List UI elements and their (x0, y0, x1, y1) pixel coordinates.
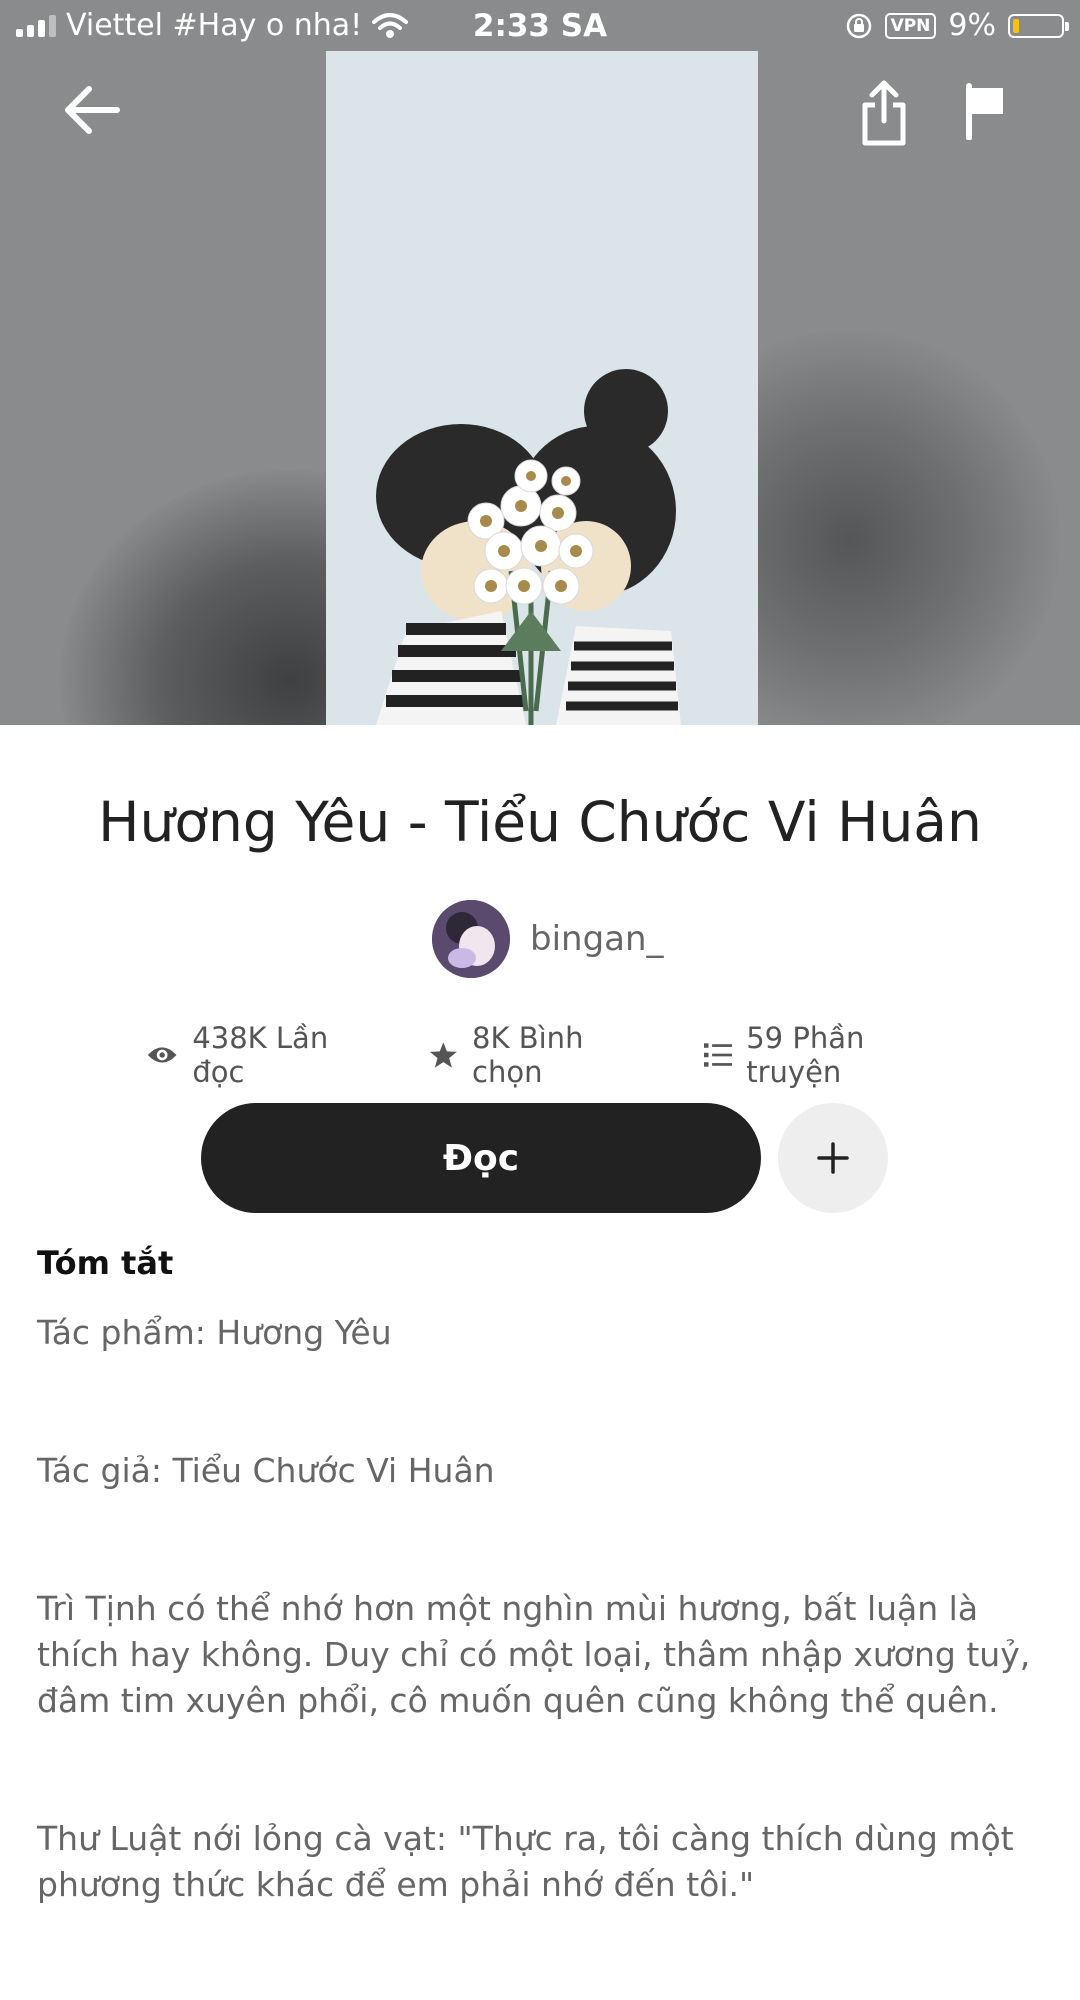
share-button[interactable] (854, 75, 914, 150)
report-button[interactable] (960, 80, 1010, 142)
summary-paragraph: Thư Luật nới lỏng cà vạt: "Thực ra, tôi … (37, 1819, 1014, 1904)
add-to-library-button[interactable] (778, 1103, 888, 1213)
list-icon (703, 1043, 733, 1067)
read-button[interactable]: Đọc (201, 1103, 761, 1213)
summary-paragraph: Tác phẩm: Hương Yêu (37, 1313, 392, 1352)
arrow-left-icon (65, 86, 120, 134)
star-icon (430, 1042, 458, 1068)
reads-count: 438K Lần đọc (192, 1021, 329, 1089)
plus-icon (817, 1142, 849, 1174)
story-stats: 438K Lần đọc 8K Bình chọn 59 Phần truyện (146, 1021, 946, 1089)
eye-icon (147, 1047, 177, 1063)
parts-stat: 59 Phần truyện (703, 1021, 946, 1089)
vpn-badge: VPN (884, 12, 937, 39)
summary-text: Tác phẩm: Hương Yêu Tác giả: Tiểu Chước … (37, 1310, 1047, 2000)
votes-stat: 8K Bình chọn (429, 1021, 643, 1089)
share-icon (862, 80, 906, 145)
summary-heading: Tóm tắt (37, 1244, 174, 1282)
votes-count: 8K Bình chọn (472, 1021, 584, 1089)
parts-count: 59 Phần truyện (746, 1021, 865, 1089)
status-right: VPN 9% (845, 8, 1069, 43)
avatar[interactable] (432, 900, 510, 978)
back-button[interactable] (60, 78, 124, 142)
reads-stat: 438K Lần đọc (146, 1021, 369, 1089)
battery-icon (1008, 13, 1069, 38)
author-row[interactable]: bingan_ (432, 900, 664, 978)
author-name[interactable]: bingan_ (530, 919, 664, 959)
status-bar: Viettel #Hay o nha! 2:33 SA VPN 9% (0, 0, 1080, 52)
rotation-lock-icon (846, 13, 871, 38)
cover-illustration (326, 51, 758, 725)
summary-paragraph: Trì Tịnh có thể nhớ hơn một nghìn mùi hư… (37, 1589, 1031, 1720)
story-cover-image[interactable] (326, 51, 758, 725)
story-title: Hương Yêu - Tiểu Chước Vi Huân (98, 790, 982, 854)
flag-icon (966, 83, 1003, 140)
battery-percent: 9% (948, 8, 996, 43)
summary-paragraph: Tác giả: Tiểu Chước Vi Huân (37, 1451, 495, 1490)
